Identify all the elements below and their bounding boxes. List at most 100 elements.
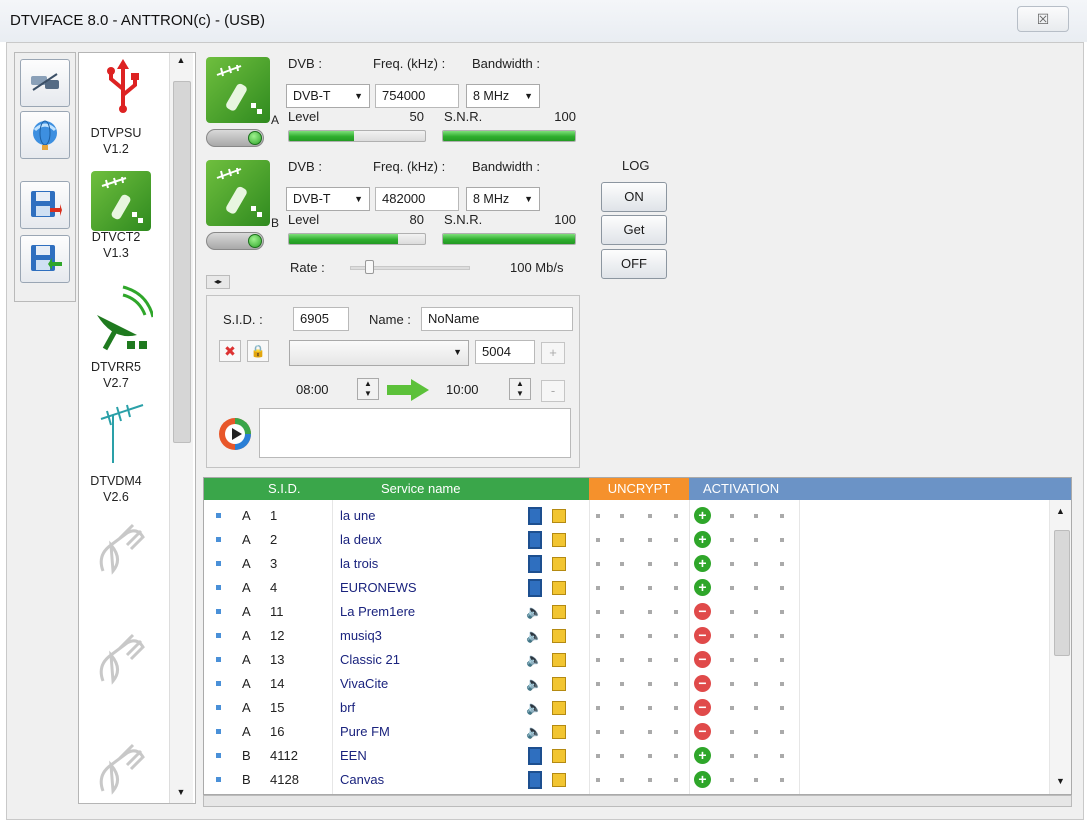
- activation-checkbox[interactable]: [754, 754, 758, 758]
- start-time-spinner[interactable]: ▲ ▼: [357, 378, 379, 400]
- uncrypt-checkbox[interactable]: [674, 538, 678, 542]
- start-time-input[interactable]: 08:00: [289, 378, 351, 402]
- padlock-icon[interactable]: [552, 605, 566, 619]
- padlock-icon[interactable]: [552, 749, 566, 763]
- uncrypt-checkbox[interactable]: [620, 514, 624, 518]
- table-row[interactable]: A 2 la deux +: [204, 528, 1049, 552]
- uncrypt-checkbox[interactable]: [648, 658, 652, 662]
- sid-column-header[interactable]: S.I.D.: [268, 478, 301, 500]
- load-import-button[interactable]: [20, 235, 70, 283]
- service-column-header[interactable]: Service name: [381, 478, 460, 500]
- name-input[interactable]: NoName: [421, 307, 573, 331]
- tuner-a-bandwidth-select[interactable]: 8 MHz ▼: [466, 84, 540, 108]
- activation-checkbox[interactable]: [730, 778, 734, 782]
- activation-checkbox[interactable]: [730, 586, 734, 590]
- uncrypt-checkbox[interactable]: [620, 634, 624, 638]
- device-scroll-thumb[interactable]: [173, 81, 191, 443]
- sid-input[interactable]: 6905: [293, 307, 349, 331]
- rate-slider-thumb[interactable]: [365, 260, 374, 274]
- table-row[interactable]: A 1 la une +: [204, 504, 1049, 528]
- activation-checkbox[interactable]: [780, 514, 784, 518]
- tuner-a-dvb-select[interactable]: DVB-T ▼: [286, 84, 370, 108]
- activation-checkbox[interactable]: [754, 586, 758, 590]
- uncrypt-checkbox[interactable]: [596, 586, 600, 590]
- table-scroll-thumb[interactable]: [1054, 530, 1070, 656]
- tuner-b-dvb-select[interactable]: DVB-T ▼: [286, 187, 370, 211]
- activation-checkbox[interactable]: [780, 586, 784, 590]
- uncrypt-checkbox[interactable]: [648, 538, 652, 542]
- activation-checkbox[interactable]: [730, 562, 734, 566]
- padlock-icon[interactable]: [552, 677, 566, 691]
- uncrypt-checkbox[interactable]: [674, 730, 678, 734]
- activation-off-icon[interactable]: −: [694, 651, 711, 668]
- padlock-icon[interactable]: [552, 509, 566, 523]
- activation-on-icon[interactable]: +: [694, 507, 711, 524]
- uncrypt-checkbox[interactable]: [620, 538, 624, 542]
- uncrypt-checkbox[interactable]: [620, 586, 624, 590]
- uncrypt-checkbox[interactable]: [648, 514, 652, 518]
- activation-checkbox[interactable]: [730, 514, 734, 518]
- activation-on-icon[interactable]: +: [694, 555, 711, 572]
- activation-checkbox[interactable]: [780, 754, 784, 758]
- service-select[interactable]: ▼: [289, 340, 469, 366]
- device-dtvrr5[interactable]: DTVRR5 V2.7: [81, 359, 151, 391]
- activation-off-icon[interactable]: −: [694, 675, 711, 692]
- scroll-down-arrow-icon[interactable]: ▼: [172, 787, 190, 797]
- uncrypt-checkbox[interactable]: [596, 610, 600, 614]
- activation-checkbox[interactable]: [730, 634, 734, 638]
- uncrypt-checkbox[interactable]: [674, 706, 678, 710]
- log-get-button[interactable]: Get: [601, 215, 667, 245]
- play-media-icon[interactable]: [217, 416, 253, 452]
- save-export-button[interactable]: [20, 181, 70, 229]
- network-button[interactable]: [20, 111, 70, 159]
- activation-checkbox[interactable]: [730, 754, 734, 758]
- tuner-b-freq-input[interactable]: 482000: [375, 187, 459, 211]
- table-row[interactable]: A 12 musiq3 🔈 −: [204, 624, 1049, 648]
- uncrypt-checkbox[interactable]: [620, 754, 624, 758]
- activation-checkbox[interactable]: [780, 562, 784, 566]
- panel-scroll-arrows[interactable]: ◂▸: [206, 275, 230, 289]
- uncrypt-checkbox[interactable]: [620, 610, 624, 614]
- table-row[interactable]: A 11 La Prem1ere 🔈 −: [204, 600, 1049, 624]
- activation-checkbox[interactable]: [780, 634, 784, 638]
- uncrypt-checkbox[interactable]: [620, 658, 624, 662]
- tuner-a-power-toggle[interactable]: [206, 129, 264, 147]
- activation-checkbox[interactable]: [754, 730, 758, 734]
- uncrypt-checkbox[interactable]: [648, 634, 652, 638]
- scroll-down-arrow-icon[interactable]: ▼: [1056, 776, 1065, 786]
- delete-icon[interactable]: ✖: [219, 340, 241, 362]
- uncrypt-checkbox[interactable]: [648, 562, 652, 566]
- uncrypt-checkbox[interactable]: [596, 514, 600, 518]
- activation-on-icon[interactable]: +: [694, 747, 711, 764]
- uncrypt-checkbox[interactable]: [674, 778, 678, 782]
- scroll-up-arrow-icon[interactable]: ▲: [172, 55, 190, 65]
- uncrypt-checkbox[interactable]: [596, 754, 600, 758]
- activation-checkbox[interactable]: [754, 682, 758, 686]
- activation-checkbox[interactable]: [780, 706, 784, 710]
- table-row[interactable]: B 4112 EEN +: [204, 744, 1049, 768]
- table-row[interactable]: A 15 brf 🔈 −: [204, 696, 1049, 720]
- uncrypt-checkbox[interactable]: [620, 706, 624, 710]
- activation-checkbox[interactable]: [730, 658, 734, 662]
- device-dtvpsu[interactable]: DTVPSU V1.2: [81, 125, 151, 157]
- padlock-icon[interactable]: [552, 653, 566, 667]
- activation-off-icon[interactable]: −: [694, 699, 711, 716]
- uncrypt-checkbox[interactable]: [674, 562, 678, 566]
- uncrypt-checkbox[interactable]: [674, 682, 678, 686]
- uncrypt-checkbox[interactable]: [674, 514, 678, 518]
- uncrypt-checkbox[interactable]: [648, 730, 652, 734]
- uncrypt-checkbox[interactable]: [596, 634, 600, 638]
- activation-checkbox[interactable]: [754, 562, 758, 566]
- activation-checkbox[interactable]: [754, 610, 758, 614]
- table-scrollbar[interactable]: ▲ ▼: [1049, 500, 1071, 794]
- activation-on-icon[interactable]: +: [694, 771, 711, 788]
- pid-input[interactable]: 5004: [475, 340, 535, 364]
- horizontal-scrollbar[interactable]: [203, 795, 1072, 807]
- lock-icon[interactable]: 🔒: [247, 340, 269, 362]
- padlock-icon[interactable]: [552, 557, 566, 571]
- activation-off-icon[interactable]: −: [694, 603, 711, 620]
- uncrypt-checkbox[interactable]: [596, 706, 600, 710]
- activation-checkbox[interactable]: [730, 706, 734, 710]
- padlock-icon[interactable]: [552, 629, 566, 643]
- device-dtvdm4[interactable]: DTVDM4 V2.6: [81, 473, 151, 505]
